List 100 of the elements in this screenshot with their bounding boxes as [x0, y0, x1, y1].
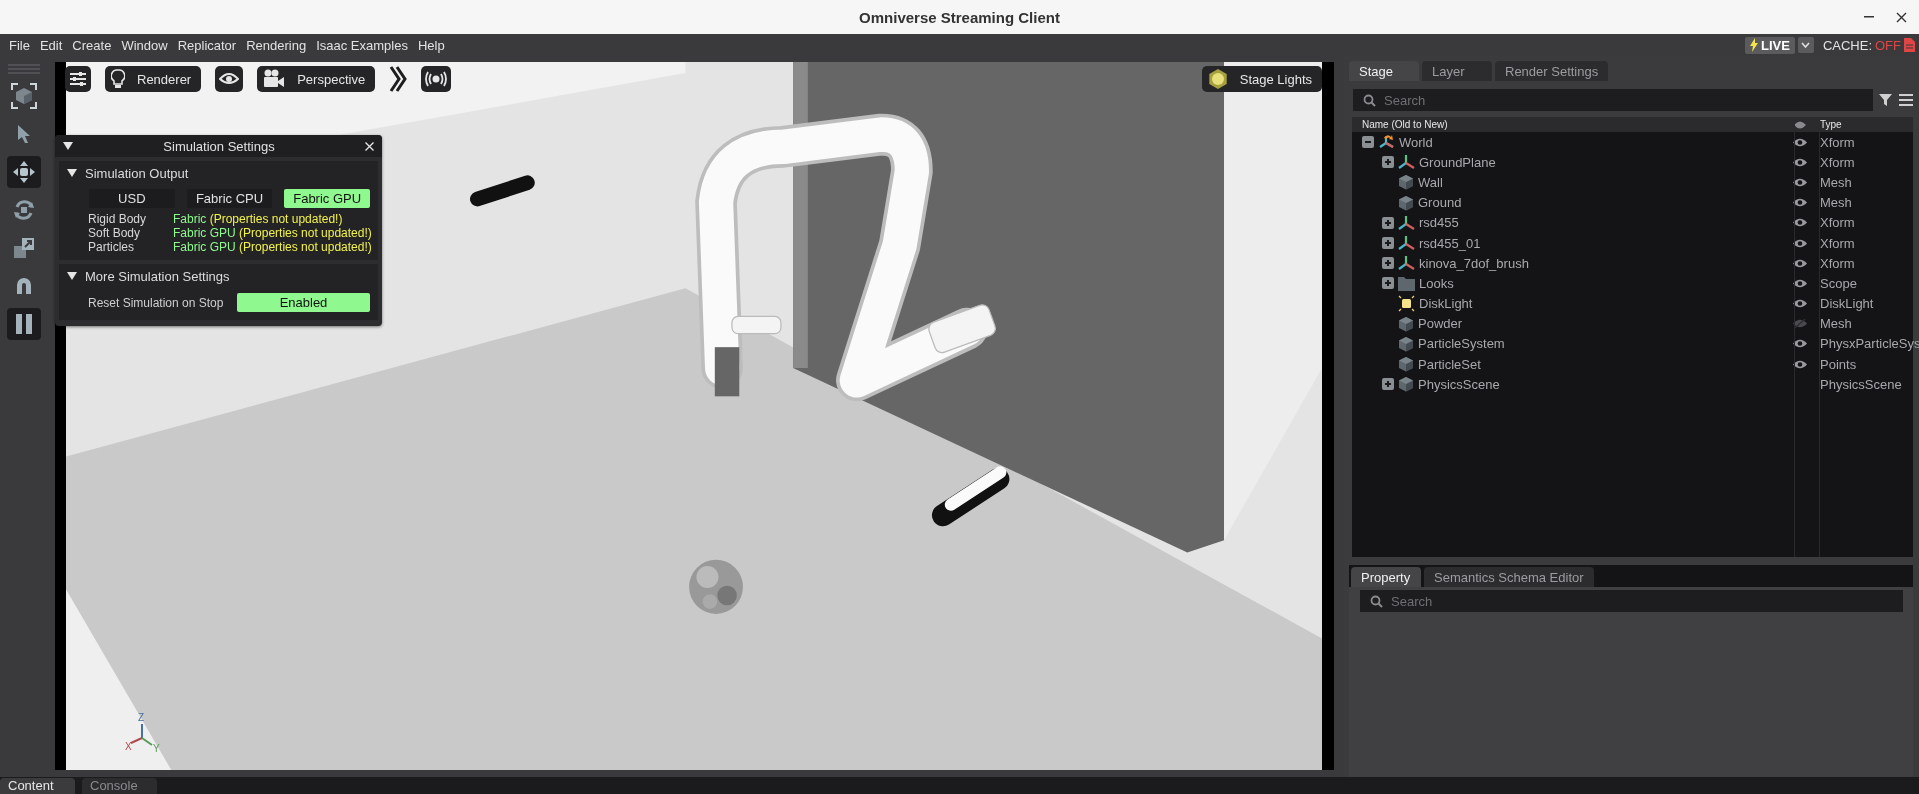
prim-type: Xform	[1820, 215, 1855, 231]
prim-name[interactable]: kinova_7dof_brush	[1419, 255, 1529, 271]
drag-handle-icon[interactable]	[7, 64, 40, 74]
menu-item[interactable]: Create	[67, 37, 117, 53]
collapse-triangle-icon[interactable]	[63, 142, 73, 150]
prim-type: Xform	[1820, 134, 1855, 150]
eye-icon[interactable]	[1791, 217, 1808, 229]
setting-value: Fabric (Properties not updated!)	[173, 212, 344, 226]
setting-value: Fabric GPU (Properties not updated!)	[173, 240, 372, 254]
setting-label: Reset Simulation on Stop	[88, 295, 224, 310]
close-icon[interactable]	[1896, 11, 1907, 23]
panel-tab[interactable]: Stage	[1349, 61, 1419, 81]
prim-name[interactable]: DiskLight	[1419, 296, 1473, 312]
panel-title: Simulation Settings	[162, 138, 276, 154]
eye-icon	[219, 72, 240, 86]
eye-icon[interactable]	[1791, 136, 1808, 148]
panel-tab[interactable]: Semantics Schema Editor	[1424, 567, 1594, 587]
search-icon	[1363, 93, 1376, 107]
menu-icon[interactable]	[1899, 94, 1913, 106]
prim-type: Scope	[1820, 275, 1857, 291]
document-icon[interactable]	[1904, 38, 1915, 52]
expand-icon[interactable]	[1382, 257, 1394, 270]
axis-label: Z	[138, 712, 145, 723]
eye-icon[interactable]	[1791, 257, 1808, 269]
prim-name[interactable]: ParticleSystem	[1418, 336, 1505, 352]
movie-camera-icon	[263, 69, 286, 89]
window-title: Omniverse Streaming Client	[859, 8, 1060, 26]
minimize-icon[interactable]	[1864, 16, 1874, 18]
output-option[interactable]: USD	[89, 189, 175, 208]
prim-name[interactable]: World	[1399, 134, 1433, 150]
filter-icon[interactable]	[1879, 93, 1893, 107]
prim-name[interactable]: PhysicsScene	[1418, 376, 1500, 392]
folder-icon	[1398, 275, 1415, 291]
panel-tab[interactable]: Render Settings	[1495, 61, 1609, 81]
prim-type: Mesh	[1820, 195, 1852, 211]
camera-button[interactable]: Perspective	[257, 66, 376, 92]
expand-icon[interactable]	[1382, 216, 1394, 229]
axis-label: Y	[153, 743, 160, 754]
axes-icon	[1398, 255, 1415, 272]
prim-type: Xform	[1820, 154, 1855, 170]
prim-type: Mesh	[1820, 174, 1852, 190]
menu-item[interactable]: Window	[116, 37, 173, 53]
prim-name[interactable]: Wall	[1418, 174, 1443, 190]
eye-icon[interactable]	[1791, 358, 1808, 370]
setting-value: Fabric GPU (Properties not updated!)	[173, 226, 372, 240]
light-icon	[1398, 295, 1415, 313]
column-header[interactable]: Type	[1820, 119, 1842, 130]
broadcast-button[interactable]	[421, 66, 452, 92]
lightning-icon	[1749, 38, 1758, 52]
menu-item[interactable]: Rendering	[241, 37, 312, 53]
axis-label: X	[125, 741, 132, 752]
settings-button[interactable]	[65, 66, 91, 92]
expand-icon[interactable]	[1382, 237, 1394, 250]
cube-icon	[1398, 335, 1414, 352]
menu-item[interactable]: Edit	[34, 37, 68, 53]
column-header[interactable]: Name (Old to New)	[1362, 119, 1448, 130]
cube-icon	[1398, 356, 1414, 373]
output-option[interactable]: Fabric GPU	[284, 189, 370, 208]
collapse-triangle-icon[interactable]	[67, 169, 77, 177]
panel-tab[interactable]: Console	[82, 778, 157, 794]
prim-type: Mesh	[1820, 316, 1852, 332]
menu-item[interactable]: Replicator	[172, 37, 242, 53]
prim-type: Points	[1820, 356, 1857, 372]
panel-tab[interactable]: Content	[0, 778, 75, 794]
setting-label: Particles	[88, 240, 135, 254]
collapse-icon[interactable]	[1362, 136, 1374, 149]
collapse-triangle-icon[interactable]	[67, 272, 77, 280]
axes-icon	[1378, 134, 1395, 151]
expand-icon[interactable]	[1382, 156, 1394, 169]
panel-tab[interactable]: Property	[1351, 567, 1421, 587]
renderer-button[interactable]: Renderer	[105, 66, 202, 92]
menu-item[interactable]: File	[4, 37, 35, 53]
toggle-button[interactable]: Enabled	[237, 293, 370, 312]
prim-name[interactable]: Ground	[1418, 195, 1462, 211]
expand-icon[interactable]	[1382, 277, 1394, 290]
menu-item[interactable]: Isaac Examples	[311, 37, 413, 53]
live-button[interactable]: LIVE	[1744, 36, 1795, 54]
axes-icon	[1398, 235, 1415, 252]
output-option[interactable]: Fabric CPU	[186, 189, 273, 208]
panel-tab[interactable]: Layer	[1422, 61, 1492, 81]
chevron-right-icon[interactable]	[389, 66, 408, 92]
prim-name[interactable]: rsd455_01	[1419, 235, 1481, 251]
stage-lights-button[interactable]: Stage Lights	[1201, 66, 1322, 92]
move-arrows-icon	[12, 161, 35, 183]
pause-icon	[14, 314, 33, 334]
prim-name[interactable]: ParticleSet	[1418, 356, 1481, 372]
live-dropdown[interactable]	[1797, 37, 1814, 53]
prim-name[interactable]: GroundPlane	[1419, 154, 1496, 170]
eye-icon[interactable]	[1791, 338, 1808, 350]
tool-button[interactable]	[6, 308, 41, 340]
tool-button[interactable]	[6, 156, 41, 188]
eye-icon[interactable]	[1791, 237, 1808, 249]
menu-item[interactable]: Help	[412, 37, 450, 53]
cube-icon	[1398, 174, 1414, 191]
prim-name[interactable]: Powder	[1418, 316, 1463, 332]
eye-button[interactable]	[215, 66, 244, 92]
expand-icon[interactable]	[1382, 378, 1394, 391]
cache-label: CACHE:	[1822, 37, 1872, 53]
prim-name[interactable]: rsd455	[1419, 215, 1459, 231]
prim-name[interactable]: Looks	[1419, 275, 1454, 291]
